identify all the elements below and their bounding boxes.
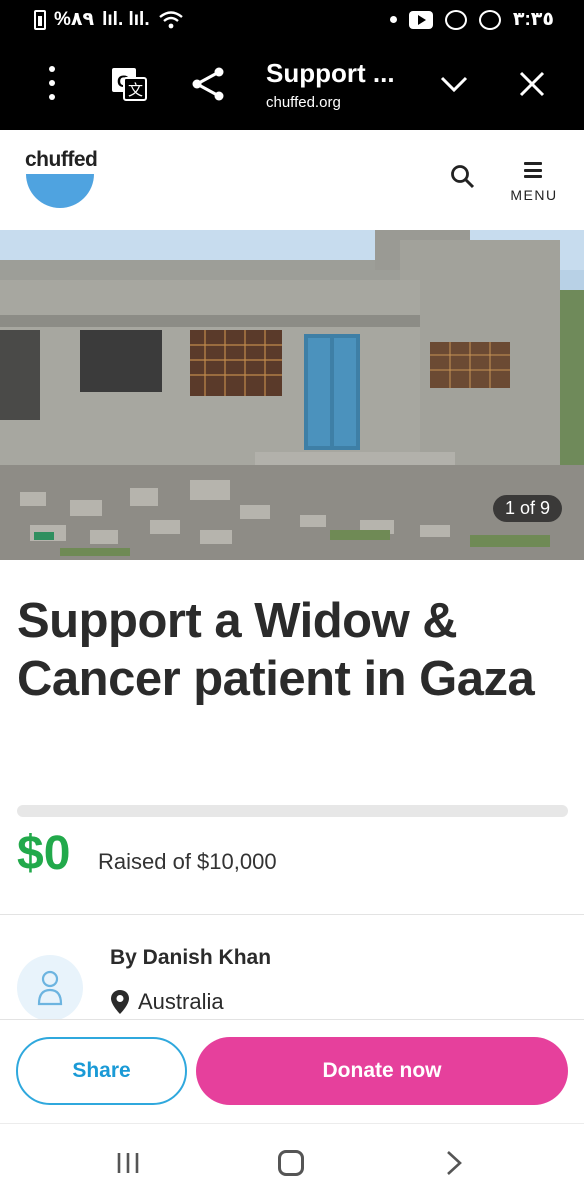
status-left: %٨٩ lıl. lıl.: [34, 8, 184, 31]
campaign-title: Support a Widow & Cancer patient in Gaza: [17, 594, 535, 706]
whatsapp-icon: [444, 9, 467, 30]
share-button[interactable]: Share: [16, 1037, 187, 1105]
youtube-icon: [408, 10, 433, 29]
translate-icon[interactable]: G 文: [110, 66, 148, 102]
menu-label: MENU: [510, 187, 558, 203]
user-icon: [37, 970, 63, 1006]
raised-of-goal: Raised of $10,000: [98, 849, 277, 874]
home-icon[interactable]: [278, 1150, 304, 1176]
battery-level: %٨٩: [54, 9, 95, 30]
close-icon[interactable]: [516, 68, 548, 100]
browser-toolbar: G 文 Support ... chuffed.org: [0, 40, 584, 130]
menu-button[interactable]: MENU: [506, 160, 562, 208]
action-bar: Share Donate now: [0, 1019, 584, 1123]
funding-progress-bar: [17, 805, 568, 817]
system-nav-bar: [0, 1123, 584, 1200]
raised-amount: $0: [17, 827, 71, 880]
tab-title: Support ...: [266, 58, 395, 88]
logo-mark: [26, 174, 94, 208]
image-counter: 1 of 9: [492, 495, 562, 522]
share-nodes-icon[interactable]: [190, 66, 226, 102]
search-icon[interactable]: [450, 164, 476, 190]
svg-text:文: 文: [128, 82, 143, 99]
data-saver-icon: [478, 9, 501, 30]
hamburger-icon: [524, 162, 542, 178]
location-text: Australia: [138, 989, 224, 1014]
status-right: ٣:٣٥: [389, 8, 554, 31]
location-pin-icon: [111, 990, 129, 1014]
campaign-hero-image[interactable]: 1 of 9: [0, 230, 584, 560]
back-chevron-icon[interactable]: [444, 1150, 464, 1176]
donate-button[interactable]: Donate now: [196, 1037, 568, 1105]
section-divider: [0, 914, 584, 915]
chevron-down-icon[interactable]: [438, 68, 470, 100]
notification-dot-icon: [389, 16, 397, 23]
signal-strength: lıl. lıl.: [102, 8, 150, 30]
site-header: chuffed MENU: [0, 130, 584, 230]
battery-icon: [34, 9, 46, 30]
status-bar: %٨٩ lıl. lıl. ٣:٣٥: [0, 0, 584, 40]
organizer-name[interactable]: By Danish Khan: [110, 946, 271, 970]
avatar[interactable]: [17, 955, 83, 1021]
logo-text: chuffed: [25, 148, 98, 171]
clock: ٣:٣٥: [512, 9, 554, 30]
more-options-icon[interactable]: [44, 66, 60, 100]
page-url: chuffed.org: [266, 94, 341, 111]
recent-apps-icon[interactable]: [116, 1152, 140, 1174]
wifi-icon: [158, 10, 183, 28]
